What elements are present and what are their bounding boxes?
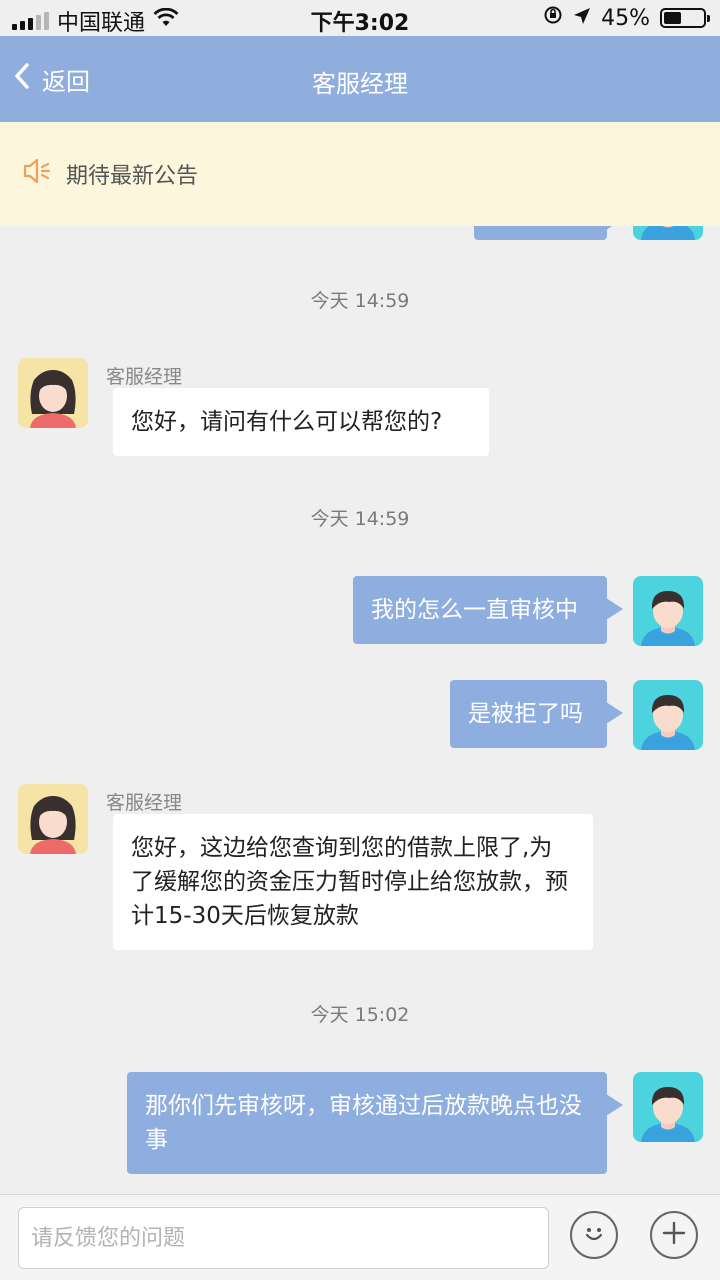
smiley-icon: [580, 1219, 608, 1251]
battery-icon: [660, 8, 710, 28]
plus-icon: [661, 1220, 687, 1250]
user-avatar: [633, 1072, 703, 1142]
announcement-bar[interactable]: 期待最新公告: [0, 122, 720, 226]
sender-name: 客服经理: [106, 792, 183, 814]
status-right: 45%: [543, 5, 710, 31]
message-bubble: 我的怎么一直审核中: [353, 576, 623, 644]
message-list[interactable]: 今天 14:59 客服经理 您好，请问有什么可以帮您的? 今天 14:59 我的…: [0, 226, 720, 1194]
status-bar: 中国联通 下午3:02 45%: [0, 0, 720, 36]
page-title: 客服经理: [312, 70, 408, 98]
rotation-lock-icon: [543, 5, 563, 31]
battery-percent: 45%: [601, 5, 650, 31]
timestamp: 今天 14:59: [310, 508, 410, 530]
location-icon: [573, 6, 591, 31]
agent-avatar: [18, 358, 88, 428]
message-bubble: 那你们先审核呀，审核通过后放款晚点也没事: [127, 1072, 623, 1174]
message-bubble-partial: [474, 226, 623, 240]
add-button[interactable]: [650, 1211, 698, 1259]
announcement-text: 期待最新公告: [66, 164, 199, 189]
user-avatar: [633, 226, 703, 240]
agent-avatar: [18, 784, 88, 854]
sender-name: 客服经理: [106, 366, 183, 388]
message-bubble: 您好，请问有什么可以帮您的?: [113, 388, 489, 456]
speaker-icon: [22, 157, 52, 191]
user-avatar: [633, 680, 703, 750]
message-bubble: 您好，这边给您查询到您的借款上限了,为了缓解您的资金压力暂时停止给您放款，预计1…: [113, 814, 593, 950]
timestamp: 今天 15:02: [310, 1004, 410, 1026]
input-bar: [0, 1194, 720, 1280]
emoji-button[interactable]: [570, 1211, 618, 1259]
battery-fill: [664, 12, 682, 24]
nav-bar: 返回 客服经理: [0, 36, 720, 122]
timestamp: 今天 14:59: [310, 290, 410, 312]
message-bubble: 是被拒了吗: [450, 680, 623, 748]
feedback-input[interactable]: [18, 1207, 549, 1269]
user-avatar: [633, 576, 703, 646]
